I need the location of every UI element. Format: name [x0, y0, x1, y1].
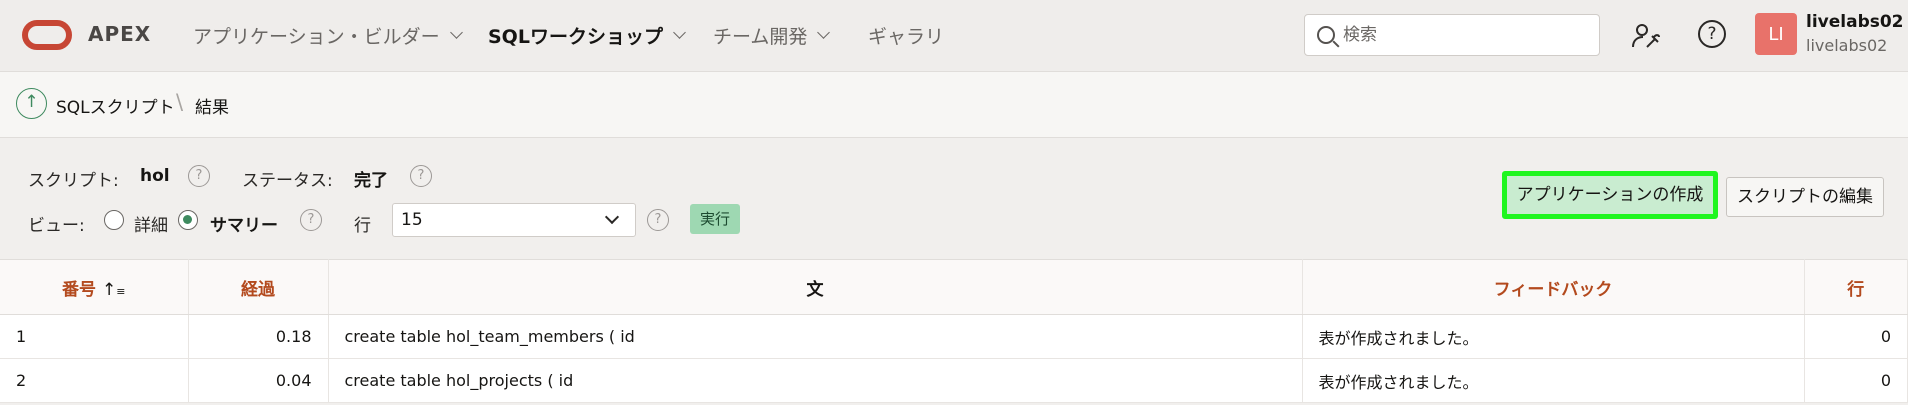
cell-elapsed: 0.18 [188, 314, 329, 359]
col-elapsed[interactable]: 経過 [188, 259, 329, 315]
cell-feedback: 表が作成されました。 [1302, 314, 1805, 359]
search-box[interactable] [1304, 14, 1600, 56]
chevron-down-icon [449, 26, 463, 39]
view-summary-label[interactable]: サマリー [210, 211, 278, 236]
sort-lines-icon: ≡ [116, 284, 126, 298]
cell-rows: 0 [1804, 358, 1908, 403]
col-number[interactable]: 番号 ↑≡ [0, 259, 189, 315]
col-statement[interactable]: 文 [328, 259, 1303, 315]
cell-rows: 0 [1804, 314, 1908, 359]
cell-feedback: 表が作成されました。 [1302, 358, 1805, 403]
chevron-down-icon [673, 26, 686, 39]
results-table: 番号 ↑≡ 経過 文 フィードバック 行 1 0.18 create table … [0, 259, 1908, 403]
table-header-row: 番号 ↑≡ 経過 文 フィードバック 行 [0, 259, 1908, 315]
help-icon[interactable]: ? [188, 165, 210, 187]
script-label: スクリプト: [28, 171, 119, 191]
edit-script-button[interactable]: スクリプトの編集 [1726, 177, 1884, 217]
avatar[interactable]: LI [1755, 13, 1797, 55]
search-input[interactable] [1343, 25, 1583, 45]
nav-gallery[interactable]: ギャラリ [868, 20, 944, 50]
top-header: APEX アプリケーション・ビルダー SQLワークショップ チーム開発 ギャラリ… [0, 0, 1908, 72]
create-application-button[interactable]: アプリケーションの作成 [1502, 171, 1718, 219]
cell-statement: create table hol_team_members ( id [328, 314, 1303, 359]
search-icon [1317, 26, 1335, 44]
cell-number: 2 [0, 358, 189, 403]
cell-elapsed: 0.04 [188, 358, 329, 403]
user-settings-icon[interactable] [1630, 20, 1662, 52]
run-button[interactable]: 実行 [690, 204, 740, 234]
cell-number: 1 [0, 314, 189, 359]
view-summary-radio[interactable] [178, 210, 198, 230]
breadcrumb-parent-link[interactable]: SQLスクリプト [56, 93, 175, 118]
table-row: 2 0.04 create table hol_projects ( id 表が… [0, 358, 1908, 403]
user-workspace: livelabs02 [1806, 36, 1888, 55]
cell-statement: create table hol_projects ( id [328, 358, 1303, 403]
help-icon[interactable]: ? [410, 165, 432, 187]
chevron-down-icon [604, 209, 620, 225]
col-feedback[interactable]: フィードバック [1302, 259, 1805, 315]
view-detail-radio[interactable] [104, 210, 124, 230]
chevron-down-icon [817, 26, 831, 39]
help-icon[interactable]: ? [1698, 20, 1726, 48]
brand-name[interactable]: APEX [88, 22, 151, 46]
status-label: ステータス: [242, 171, 333, 191]
nav-app-builder[interactable]: アプリケーション・ビルダー [193, 20, 463, 50]
oracle-logo-icon[interactable] [22, 20, 72, 50]
sort-ascending-icon: ↑ [102, 279, 117, 300]
user-name[interactable]: livelabs02 [1806, 12, 1904, 32]
help-icon[interactable]: ? [300, 209, 322, 231]
breadcrumb-separator: \ [176, 90, 184, 114]
breadcrumb-current: 結果 [195, 98, 229, 118]
script-value: hol [140, 166, 170, 186]
rows-select[interactable]: 15 [392, 203, 636, 237]
help-icon[interactable]: ? [647, 209, 669, 231]
view-detail-label[interactable]: 詳細 [134, 211, 168, 236]
table-row: 1 0.18 create table hol_team_members ( i… [0, 314, 1908, 359]
nav-team-dev[interactable]: チーム開発 [713, 20, 831, 50]
col-rows[interactable]: 行 [1804, 259, 1908, 315]
arrow-up-icon[interactable]: ↑ [16, 88, 47, 119]
view-label: ビュー: [28, 216, 85, 236]
rows-label: 行 [354, 216, 371, 236]
breadcrumb: ↑ SQLスクリプト \ 結果 [0, 72, 1908, 138]
status-value: 完了 [354, 171, 388, 191]
nav-sql-workshop[interactable]: SQLワークショップ [488, 20, 686, 50]
